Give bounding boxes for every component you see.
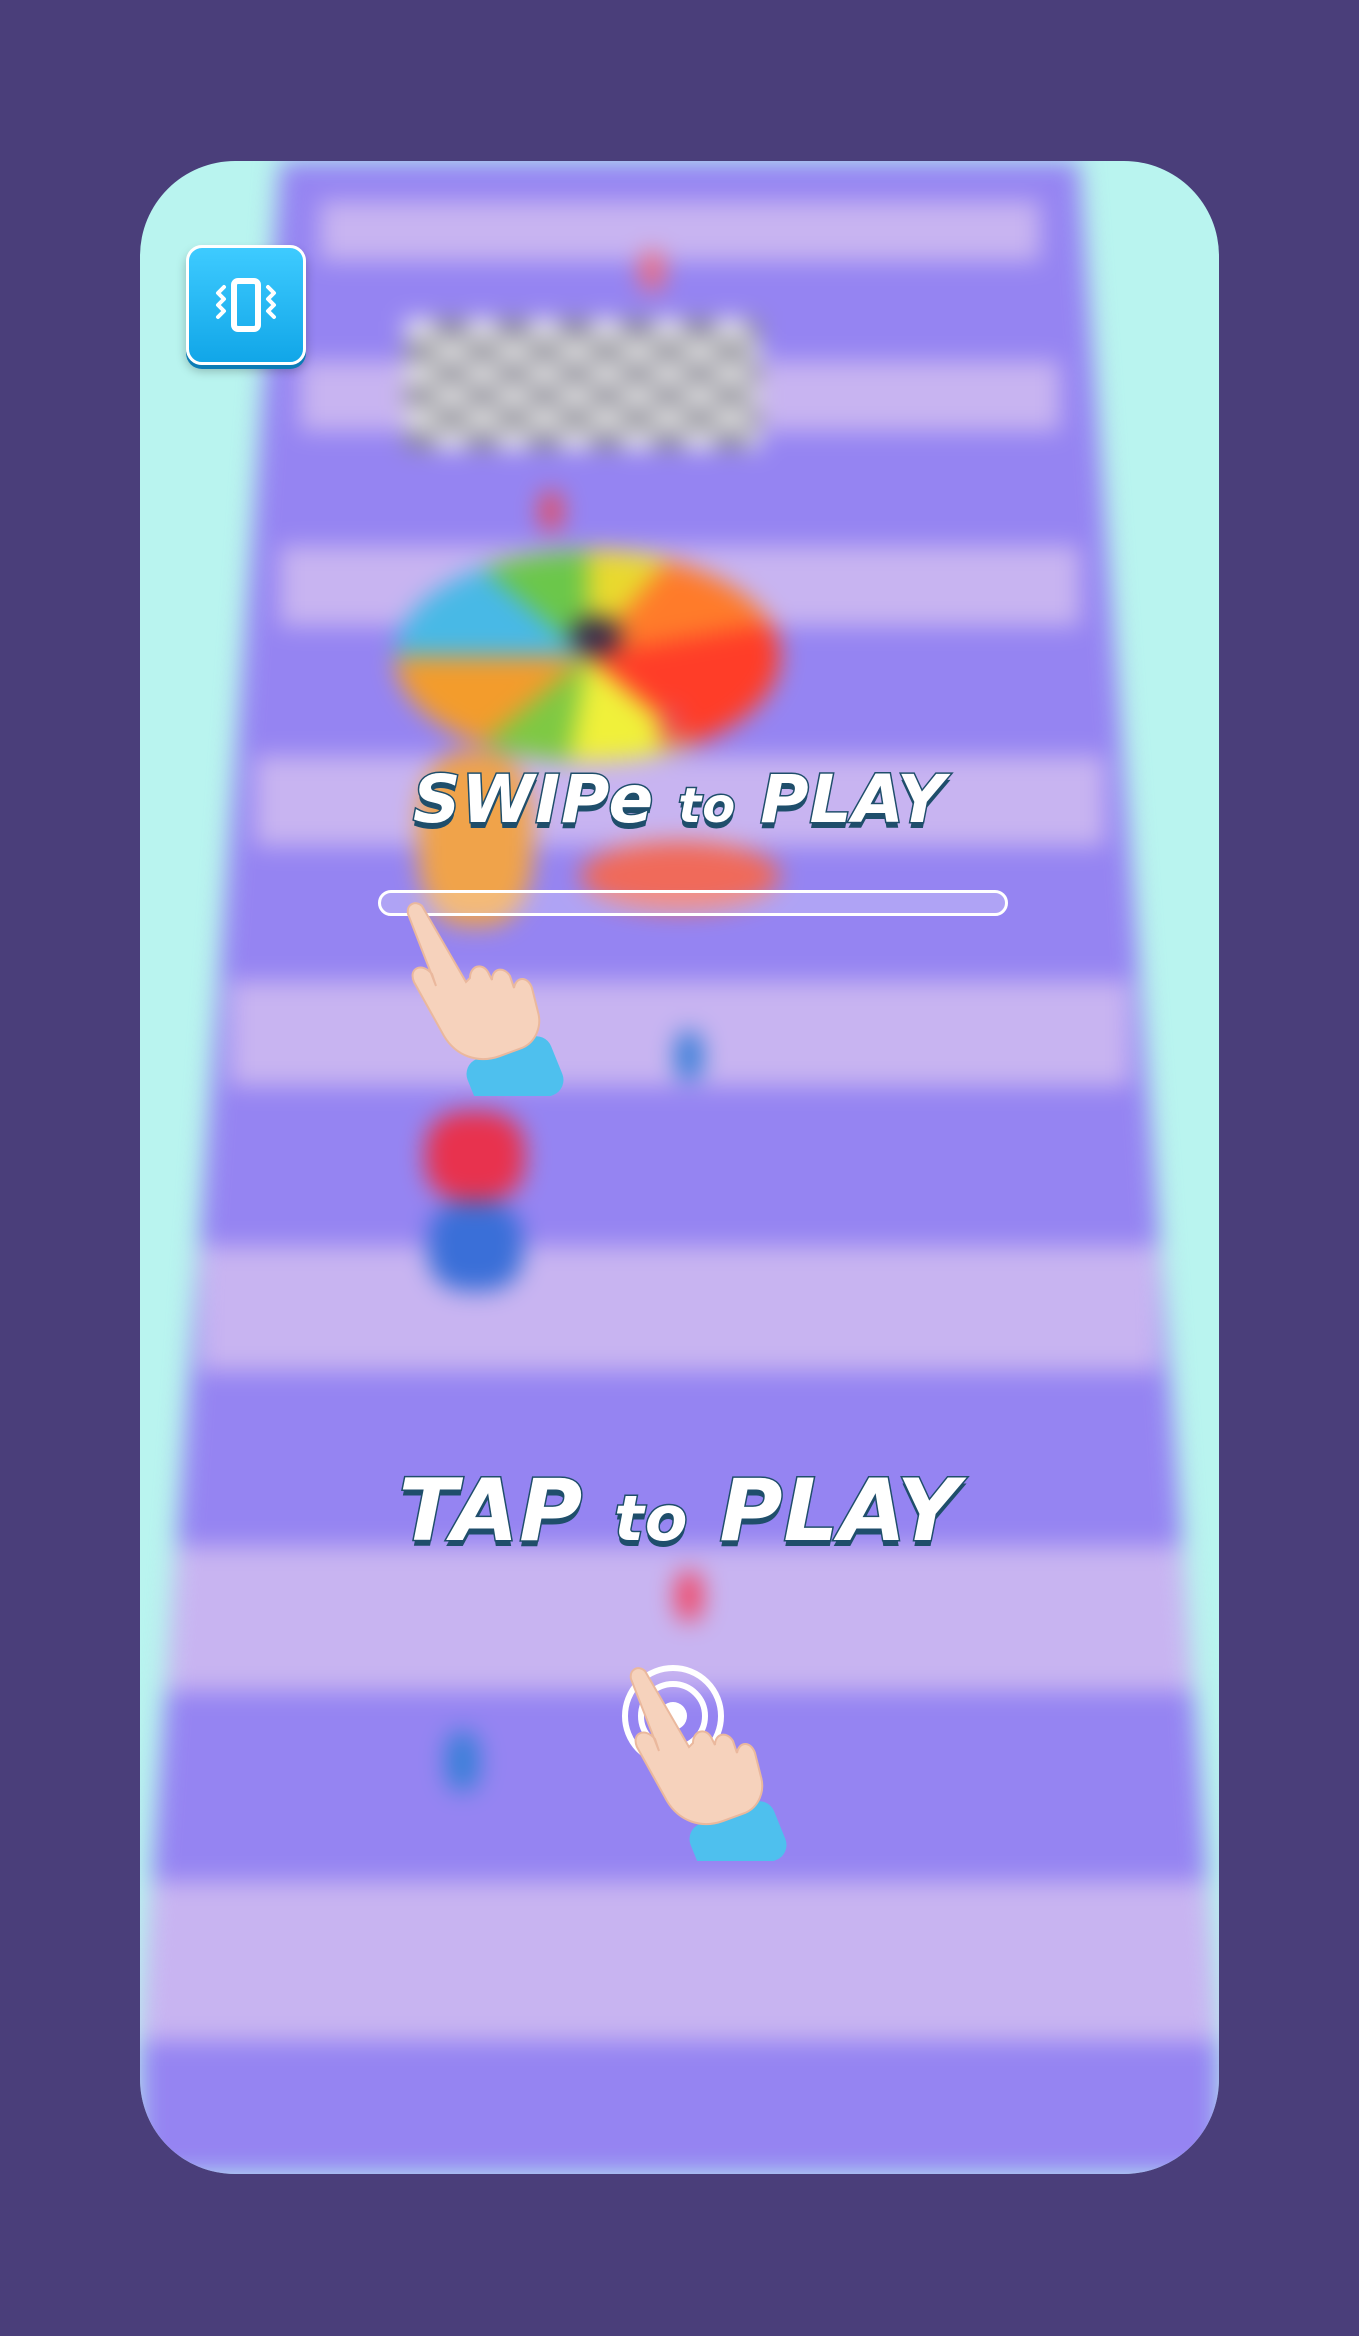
to-word: to: [613, 1481, 689, 1557]
red-figure: [675, 1571, 703, 1621]
player-legs: [428, 1201, 523, 1291]
play-word: PLAY: [718, 1460, 961, 1563]
tap-hand-icon: [629, 1667, 787, 1861]
tap-word: TAP: [397, 1460, 584, 1563]
red-figure: [540, 491, 562, 531]
play-word: PLAY: [759, 760, 947, 840]
vibration-toggle-button[interactable]: [186, 245, 306, 365]
swipe-word: SWIPe: [412, 760, 655, 840]
blurred-game-scene: [140, 161, 1219, 2174]
finish-line: [405, 319, 760, 449]
vibrate-phone-icon: [216, 278, 276, 332]
red-figure: [660, 706, 682, 746]
blue-figure: [445, 1731, 480, 1791]
color-wheel: [395, 551, 780, 761]
red-figure: [640, 251, 664, 291]
color-wheel-hub: [570, 616, 622, 656]
blue-figure: [675, 1031, 703, 1081]
player-character: [425, 1111, 525, 1201]
tap-to-play-label: TAP to PLAY: [140, 1460, 1219, 1563]
swipe-hand-icon: [406, 902, 564, 1096]
swipe-to-play-label: SWIPe to PLAY: [140, 760, 1219, 840]
to-word: to: [677, 777, 737, 836]
game-screen[interactable]: SWIPe to PLAY TAP to PLAY: [140, 161, 1219, 2174]
stair-track: [140, 161, 1219, 2174]
